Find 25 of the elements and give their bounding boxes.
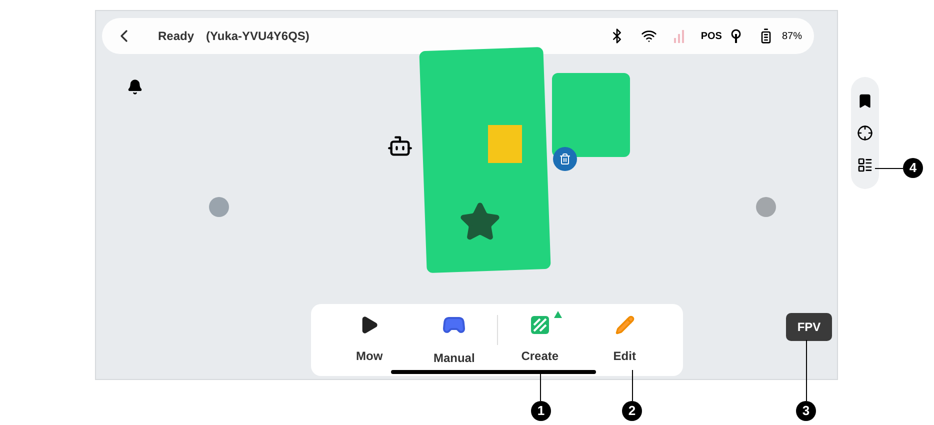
dock-button[interactable]: Create <box>498 315 582 365</box>
dock-button[interactable]: Mow <box>327 315 412 365</box>
signal-icon <box>672 29 685 43</box>
device-name: (Yuka-YVU4Y6QS) <box>206 28 310 45</box>
callout-number: 1 <box>531 401 551 421</box>
antenna-icon <box>730 29 742 43</box>
triangle-icon <box>554 311 562 318</box>
locate-icon[interactable] <box>857 125 873 141</box>
edit-icon <box>614 315 635 335</box>
bookmark-icon[interactable] <box>857 93 873 109</box>
bell-icon[interactable] <box>127 79 143 95</box>
trash-icon <box>553 147 577 171</box>
position-label: POS <box>700 30 722 44</box>
callout-number: 3 <box>796 401 816 421</box>
battery-level: 87% <box>782 30 802 44</box>
dock-button[interactable]: Manual <box>412 313 496 367</box>
list-icon[interactable] <box>857 157 873 173</box>
dock-button[interactable]: Edit <box>582 315 667 365</box>
striped-square-icon <box>530 315 550 335</box>
callout-number: 4 <box>903 158 923 178</box>
callout-number: 2 <box>622 401 642 421</box>
status-text: Ready <box>158 28 194 45</box>
fpv-button[interactable]: FPV <box>786 313 832 341</box>
wifi-icon <box>640 28 657 44</box>
obstacle-zone <box>488 125 522 163</box>
